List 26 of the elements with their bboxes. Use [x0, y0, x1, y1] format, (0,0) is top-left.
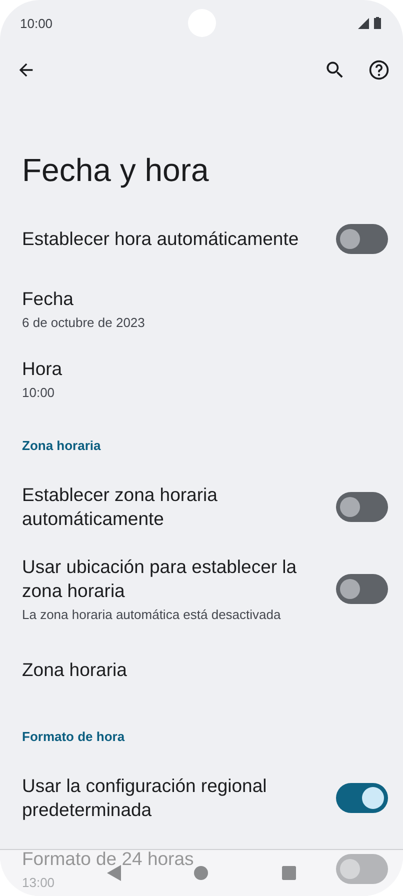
setting-title[interactable]: Fecha	[22, 287, 322, 311]
back-nav-icon[interactable]	[106, 865, 121, 881]
section-header: Formato de hora	[21, 728, 126, 746]
toggle-switch[interactable]	[336, 224, 388, 254]
toggle-switch[interactable]	[336, 783, 388, 813]
battery-icon	[374, 17, 381, 29]
status-time: 10:00	[20, 16, 53, 30]
setting-title[interactable]: Establecer zona horaria automáticamente	[22, 483, 322, 531]
setting-title[interactable]: Usar ubicación para establecer la zona horaria	[22, 555, 322, 603]
setting-title[interactable]: Zona horaria	[22, 658, 322, 682]
recents-nav-icon[interactable]	[282, 866, 296, 880]
setting-title[interactable]: Establecer hora automáticamente	[22, 227, 322, 251]
setting-summary: 13:00	[22, 874, 56, 891]
signal-icon	[358, 18, 369, 28]
setting-summary: 6 de octubre de 2023	[22, 314, 146, 331]
setting-title[interactable]: Hora	[22, 357, 322, 381]
toggle-switch[interactable]	[336, 574, 388, 604]
help-icon	[368, 59, 390, 81]
toggle-switch[interactable]	[336, 854, 388, 884]
setting-title[interactable]: Usar la configuración regional predeterminada	[22, 774, 322, 822]
toggle-switch[interactable]	[336, 492, 388, 522]
setting-summary: La zona horaria automática está desactivada	[22, 606, 282, 623]
page-title: Fecha y hora	[21, 151, 210, 190]
home-nav-icon[interactable]	[194, 866, 208, 880]
section-header: Zona horaria	[21, 437, 102, 455]
setting-summary: 10:00	[22, 384, 56, 401]
